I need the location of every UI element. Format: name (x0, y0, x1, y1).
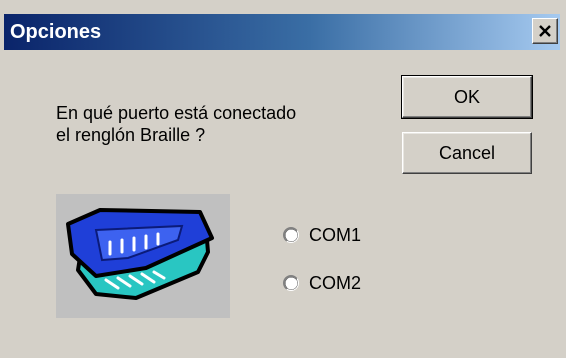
close-button[interactable] (532, 18, 558, 44)
window-bottom-edge (0, 358, 566, 362)
title-bar[interactable]: Opciones (4, 14, 560, 50)
serial-connector-icon (66, 208, 214, 300)
com1-radio[interactable] (283, 227, 299, 243)
window-title: Opciones (10, 21, 102, 43)
prompt-line-2: el renglón Braille ? (56, 125, 206, 145)
com1-label[interactable]: COM1 (309, 224, 361, 246)
com2-radio[interactable] (283, 275, 299, 291)
close-icon (539, 25, 551, 37)
port-option-com1[interactable]: COM1 (283, 224, 361, 246)
prompt-line-1: En qué puerto está conectado (56, 103, 297, 123)
options-dialog: Opciones En qué puerto está conectado el… (0, 0, 566, 362)
port-question: En qué puerto está conectado el renglón … (56, 102, 376, 146)
port-option-com2[interactable]: COM2 (283, 272, 361, 294)
connector-image (56, 194, 230, 318)
ok-button[interactable]: OK (401, 75, 533, 119)
cancel-button[interactable]: Cancel (402, 132, 532, 174)
com2-label[interactable]: COM2 (309, 272, 361, 294)
